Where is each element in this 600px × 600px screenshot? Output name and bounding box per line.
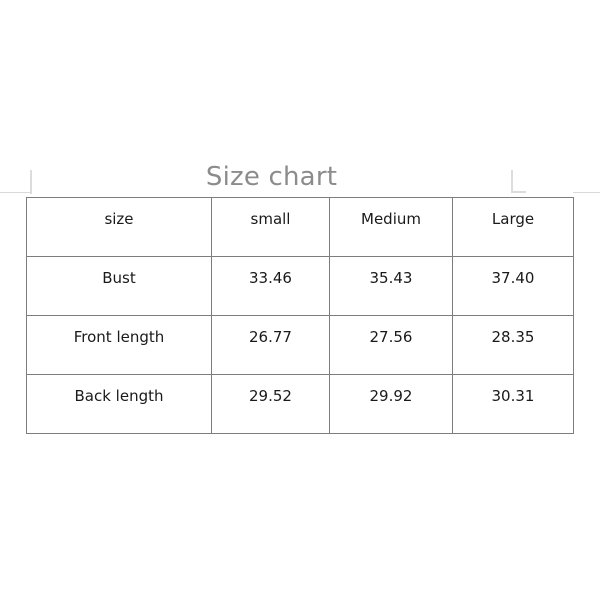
column-header-label: small	[250, 210, 291, 228]
cell-value: 30.31	[491, 387, 535, 405]
table-row: Front length 26.77 27.56 28.35	[26, 315, 574, 375]
cell-back-length-small: 29.52	[211, 374, 330, 434]
cell-bust-small: 33.46	[211, 256, 330, 316]
column-header-label: Large	[491, 210, 535, 228]
crop-rule-left	[0, 192, 30, 193]
column-header-label: Medium	[361, 210, 421, 228]
cell-bust-large: 37.40	[452, 256, 574, 316]
cell-back-length-medium: 29.92	[329, 374, 453, 434]
column-header-label: size	[104, 210, 134, 228]
row-label-bust: Bust	[26, 256, 212, 316]
table-header-row: size small Medium Large	[26, 197, 574, 257]
cell-value: 27.56	[369, 328, 413, 346]
cell-value: 35.43	[369, 269, 413, 287]
column-header-size: size	[26, 197, 212, 257]
table-row: Bust 33.46 35.43 37.40	[26, 256, 574, 316]
row-label-back-length: Back length	[26, 374, 212, 434]
cell-value: 33.46	[249, 269, 292, 287]
cell-value: 28.35	[491, 328, 535, 346]
table-row: Back length 29.52 29.92 30.31	[26, 374, 574, 434]
cell-value: 29.92	[369, 387, 413, 405]
size-chart-canvas: Size chart size small Medium Large Bust …	[0, 0, 600, 600]
column-header-large: Large	[452, 197, 574, 257]
cell-value: 26.77	[249, 328, 292, 346]
column-header-medium: Medium	[329, 197, 453, 257]
page-title: Size chart	[205, 162, 338, 192]
cell-front-length-large: 28.35	[452, 315, 574, 375]
cell-front-length-small: 26.77	[211, 315, 330, 375]
cell-back-length-large: 30.31	[452, 374, 574, 434]
cell-front-length-medium: 27.56	[329, 315, 453, 375]
column-header-small: small	[211, 197, 330, 257]
cell-bust-medium: 35.43	[329, 256, 453, 316]
row-label: Bust	[102, 269, 136, 287]
cell-value: 37.40	[491, 269, 535, 287]
crop-rule-right	[573, 192, 600, 193]
row-label: Front length	[73, 328, 165, 346]
cell-value: 29.52	[249, 387, 292, 405]
row-label-front-length: Front length	[26, 315, 212, 375]
row-label: Back length	[74, 387, 164, 405]
size-chart-table: size small Medium Large Bust 33.46 35.43…	[26, 197, 574, 434]
